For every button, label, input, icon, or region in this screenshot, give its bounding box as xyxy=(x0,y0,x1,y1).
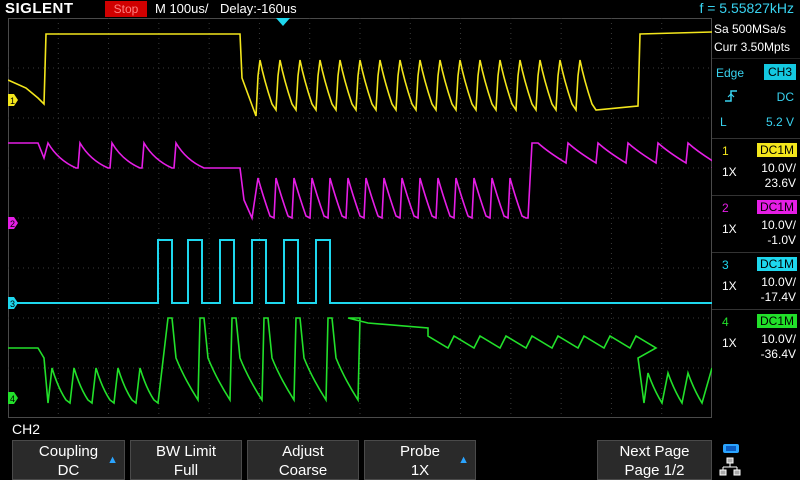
trigger-position-icon[interactable] xyxy=(276,18,290,26)
trigger-coupling: DC xyxy=(776,90,794,104)
channel-coupling: DC1M xyxy=(756,257,797,271)
channel-marker-label: 1 xyxy=(10,96,15,106)
channel-probe: 1X xyxy=(722,279,737,293)
channel-2-marker[interactable]: 2 xyxy=(8,217,18,229)
channel-scale: 10.0V/ xyxy=(761,275,796,289)
softkey-value: Coarse xyxy=(278,462,328,479)
channel-4-trace xyxy=(8,317,712,406)
channel-scale: 10.0V/ xyxy=(761,218,796,232)
rising-edge-icon xyxy=(724,89,738,106)
channel-number: 4 xyxy=(722,315,729,329)
channel-3-marker[interactable]: 3 xyxy=(8,297,18,309)
softkey-label: Adjust xyxy=(282,443,324,460)
channel-probe: 1X xyxy=(722,165,737,179)
top-status-bar: SIGLENT Stop M 100us/ Delay:-160us f = 5… xyxy=(0,0,800,18)
utility-icons[interactable] xyxy=(717,440,800,480)
coupling-softkey[interactable]: Coupling DC ▲ xyxy=(12,440,125,480)
adjust-softkey[interactable]: Adjust Coarse xyxy=(247,440,359,480)
channel-coupling: DC1M xyxy=(756,143,797,157)
channel-number: 1 xyxy=(722,144,729,158)
graticule xyxy=(8,18,712,418)
memory-depth: Curr 3.50Mpts xyxy=(714,40,791,54)
channel-4-info[interactable]: 4 DC1M 1X 10.0V/ -36.4V xyxy=(712,309,800,365)
next-page-softkey[interactable]: Next Page Page 1/2 xyxy=(597,440,712,480)
channel-number: 2 xyxy=(722,201,729,215)
channel-3-info[interactable]: 3 DC1M 1X 10.0V/ -17.4V xyxy=(712,252,800,308)
probe-softkey[interactable]: Probe 1X ▲ xyxy=(364,440,476,480)
trigger-level-label: L xyxy=(720,115,727,129)
menu-arrow-icon: ▲ xyxy=(458,454,469,466)
channel-markers: 1 2 3 4 xyxy=(8,18,290,404)
channel-4-marker[interactable]: 4 xyxy=(8,392,18,404)
brand-logo: SIGLENT xyxy=(5,0,74,17)
channel-offset: -36.4V xyxy=(760,347,796,361)
trigger-level: 5.2 V xyxy=(765,115,794,129)
softkey-value: Full xyxy=(173,462,199,479)
channel-probe: 1X xyxy=(722,336,737,350)
softkey-label: Next Page xyxy=(619,443,690,460)
delay-readout[interactable]: Delay:-160us xyxy=(220,1,297,16)
channel-offset: 23.6V xyxy=(764,176,796,190)
sample-rate: Sa 500MSa/s xyxy=(714,22,787,36)
channel-1-info[interactable]: 1 DC1M 1X 10.0V/ 23.6V xyxy=(712,138,800,194)
usb-icon xyxy=(723,444,739,453)
channel-marker-label: 3 xyxy=(10,299,15,309)
waveform-display[interactable]: 1 2 3 4 xyxy=(8,18,712,418)
channel-2-trace xyxy=(8,140,712,221)
info-panel: Sa 500MSa/s Curr 3.50Mpts Edge CH3 DC L … xyxy=(712,18,800,428)
network-icon xyxy=(719,457,741,476)
channel-marker-label: 4 xyxy=(10,394,15,404)
channel-scale: 10.0V/ xyxy=(761,332,796,346)
channel-1-marker[interactable]: 1 xyxy=(8,94,18,106)
menu-title: CH2 xyxy=(12,421,41,437)
channel-probe: 1X xyxy=(722,222,737,236)
trigger-type: Edge xyxy=(716,66,745,80)
frequency-counter: f = 5.55827kHz xyxy=(699,0,794,16)
softkey-label: BW Limit xyxy=(156,443,216,460)
channel-coupling: DC1M xyxy=(756,200,797,214)
menu-arrow-icon: ▲ xyxy=(107,454,118,466)
channel-marker-label: 2 xyxy=(10,219,15,229)
channel-number: 3 xyxy=(722,258,729,272)
run-stop-indicator[interactable]: Stop xyxy=(105,1,147,17)
channel-offset: -17.4V xyxy=(760,290,796,304)
bw-limit-softkey[interactable]: BW Limit Full xyxy=(130,440,242,480)
channel-2-info[interactable]: 2 DC1M 1X 10.0V/ -1.0V xyxy=(712,195,800,251)
timebase-readout[interactable]: M 100us/ xyxy=(155,1,208,16)
channel-offset: -1.0V xyxy=(767,233,796,247)
softkey-value: Page 1/2 xyxy=(624,462,685,479)
channel-scale: 10.0V/ xyxy=(761,161,796,175)
trigger-source: CH3 xyxy=(763,64,796,80)
channel-coupling: DC1M xyxy=(756,314,797,328)
